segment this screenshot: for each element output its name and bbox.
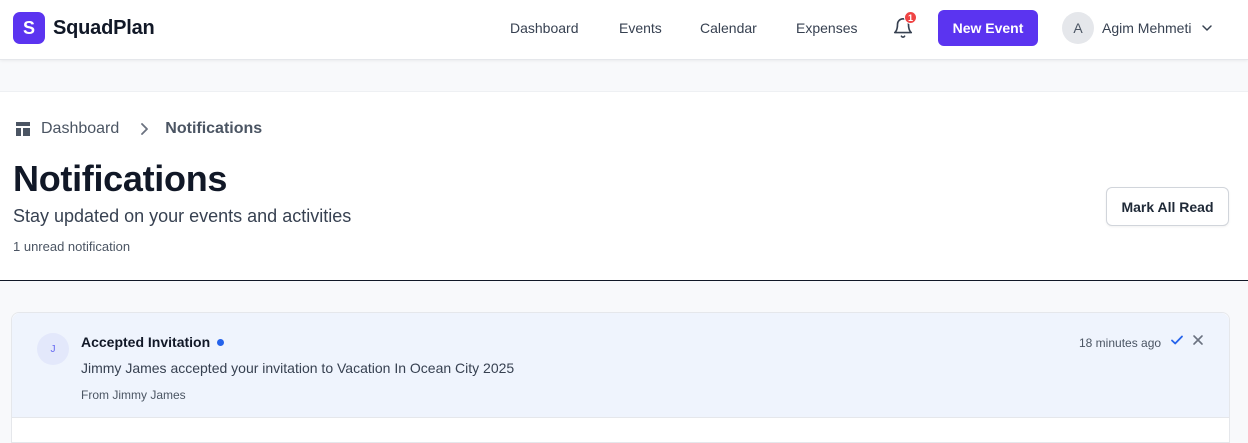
page-subtitle: Stay updated on your events and activiti… [13,206,352,226]
brand-logo: S [13,12,45,44]
user-avatar: A [1062,12,1094,44]
nav-link-calendar[interactable]: Calendar [700,20,757,36]
top-nav-bar: S SquadPlan Dashboard Events Calendar Ex… [0,0,1248,60]
nav-link-expenses[interactable]: Expenses [796,20,857,36]
notification-title: Accepted Invitation [81,334,211,350]
new-event-button[interactable]: New Event [938,10,1038,46]
nav-link-events[interactable]: Events [619,20,662,36]
brand[interactable]: S SquadPlan [13,12,155,44]
notification-message: Jimmy James accepted your invitation to … [81,360,515,376]
nav-link-dashboard[interactable]: Dashboard [510,20,579,36]
notification-timestamp: 18 minutes ago [1079,336,1162,350]
dashboard-icon [16,122,30,136]
dismiss-close-icon[interactable] [1191,333,1205,347]
unread-indicator-dot [217,339,224,346]
mark-read-check-icon[interactable] [1170,333,1184,347]
page-header: Dashboard Notifications Notifications St… [0,91,1248,281]
notification-avatar: J [37,333,69,365]
notifications-bell-button[interactable]: 1 [890,11,917,40]
brand-name: SquadPlan [53,16,155,39]
chevron-down-icon [1202,25,1213,31]
notification-sender: From Jimmy James [81,388,186,402]
breadcrumb-current: Notifications [165,120,263,137]
chevron-right-icon [141,123,149,135]
unread-count-text: 1 unread notification [13,239,131,254]
notification-list: J Accepted Invitation Jimmy James accept… [11,312,1230,443]
user-name: Agim Mehmeti [1102,20,1192,36]
breadcrumb: Dashboard Notifications [15,120,262,138]
breadcrumb-link-dashboard[interactable]: Dashboard [41,120,119,138]
mark-all-read-button[interactable]: Mark All Read [1106,187,1229,226]
user-menu[interactable]: A Agim Mehmeti [1062,12,1213,44]
notification-item[interactable]: J Accepted Invitation Jimmy James accept… [12,313,1229,418]
notification-count-badge: 1 [904,11,917,24]
page-title: Notifications [13,158,228,199]
